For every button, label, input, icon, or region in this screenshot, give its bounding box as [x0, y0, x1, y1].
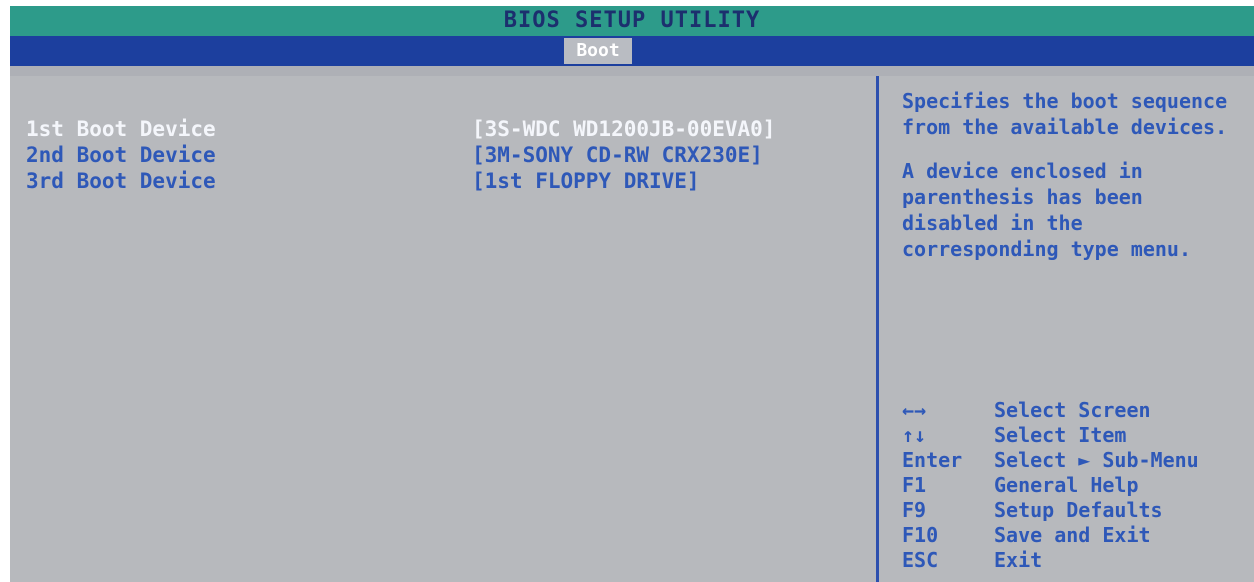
- key-legend-row: ↑↓ Select Item: [902, 423, 1254, 448]
- key-legend: ←→ Select Screen ↑↓ Select Item Enter Se…: [902, 398, 1254, 573]
- boot-device-row-3[interactable]: 3rd Boot Device [1st FLOPPY DRIVE]: [26, 168, 866, 194]
- title-bar: BIOS SETUP UTILITY: [10, 6, 1254, 36]
- menu-bar: Boot: [10, 36, 1254, 66]
- boot-device-list: 1st Boot Device [3S-WDC WD1200JB-00EVA0]…: [26, 116, 866, 194]
- key-action: Select Screen: [994, 398, 1151, 422]
- help-text-2: A device enclosed in parenthesis has bee…: [902, 159, 1191, 261]
- key-legend-row: Enter Select ► Sub-Menu: [902, 448, 1254, 473]
- boot-device-label: 1st Boot Device: [26, 117, 216, 141]
- key-legend-row: ←→ Select Screen: [902, 398, 1254, 423]
- panel-divider: [876, 76, 879, 582]
- bios-screen: BIOS SETUP UTILITY Boot 1st Boot Device …: [10, 6, 1254, 582]
- key-action: General Help: [994, 473, 1139, 497]
- boot-device-row-2[interactable]: 2nd Boot Device [3M-SONY CD-RW CRX230E]: [26, 142, 866, 168]
- key-legend-row: F9 Setup Defaults: [902, 498, 1254, 523]
- key-name: F9: [902, 498, 927, 522]
- boot-device-value[interactable]: [3S-WDC WD1200JB-00EVA0]: [472, 116, 775, 142]
- key-name: ESC: [902, 548, 939, 572]
- boot-device-label: 3rd Boot Device: [26, 169, 216, 193]
- key-action: Select Item: [994, 423, 1127, 447]
- key-legend-row: F1 General Help: [902, 473, 1254, 498]
- key-action: Select ► Sub-Menu: [994, 448, 1199, 472]
- key-action: Setup Defaults: [994, 498, 1163, 522]
- boot-device-value[interactable]: [3M-SONY CD-RW CRX230E]: [472, 142, 763, 168]
- boot-device-value[interactable]: [1st FLOPPY DRIVE]: [472, 168, 700, 194]
- key-legend-row: ESC Exit: [902, 548, 1254, 573]
- header-band: [10, 66, 1254, 76]
- key-action: Exit: [994, 548, 1043, 572]
- key-legend-row: F10 Save and Exit: [902, 523, 1254, 548]
- up-down-arrow-icon: ↑↓: [902, 423, 927, 447]
- help-text-1: Specifies the boot sequence from the ava…: [902, 89, 1228, 139]
- bios-title: BIOS SETUP UTILITY: [503, 8, 761, 33]
- boot-device-label: 2nd Boot Device: [26, 143, 216, 167]
- left-right-arrow-icon: ←→: [902, 398, 927, 422]
- boot-device-row-1[interactable]: 1st Boot Device [3S-WDC WD1200JB-00EVA0]: [26, 116, 866, 142]
- key-name: F1: [902, 473, 927, 497]
- key-action: Save and Exit: [994, 523, 1151, 547]
- key-name: Enter: [902, 448, 963, 472]
- key-name: F10: [902, 523, 939, 547]
- help-panel: Specifies the boot sequence from the ava…: [902, 88, 1248, 280]
- tab-boot[interactable]: Boot: [564, 38, 632, 64]
